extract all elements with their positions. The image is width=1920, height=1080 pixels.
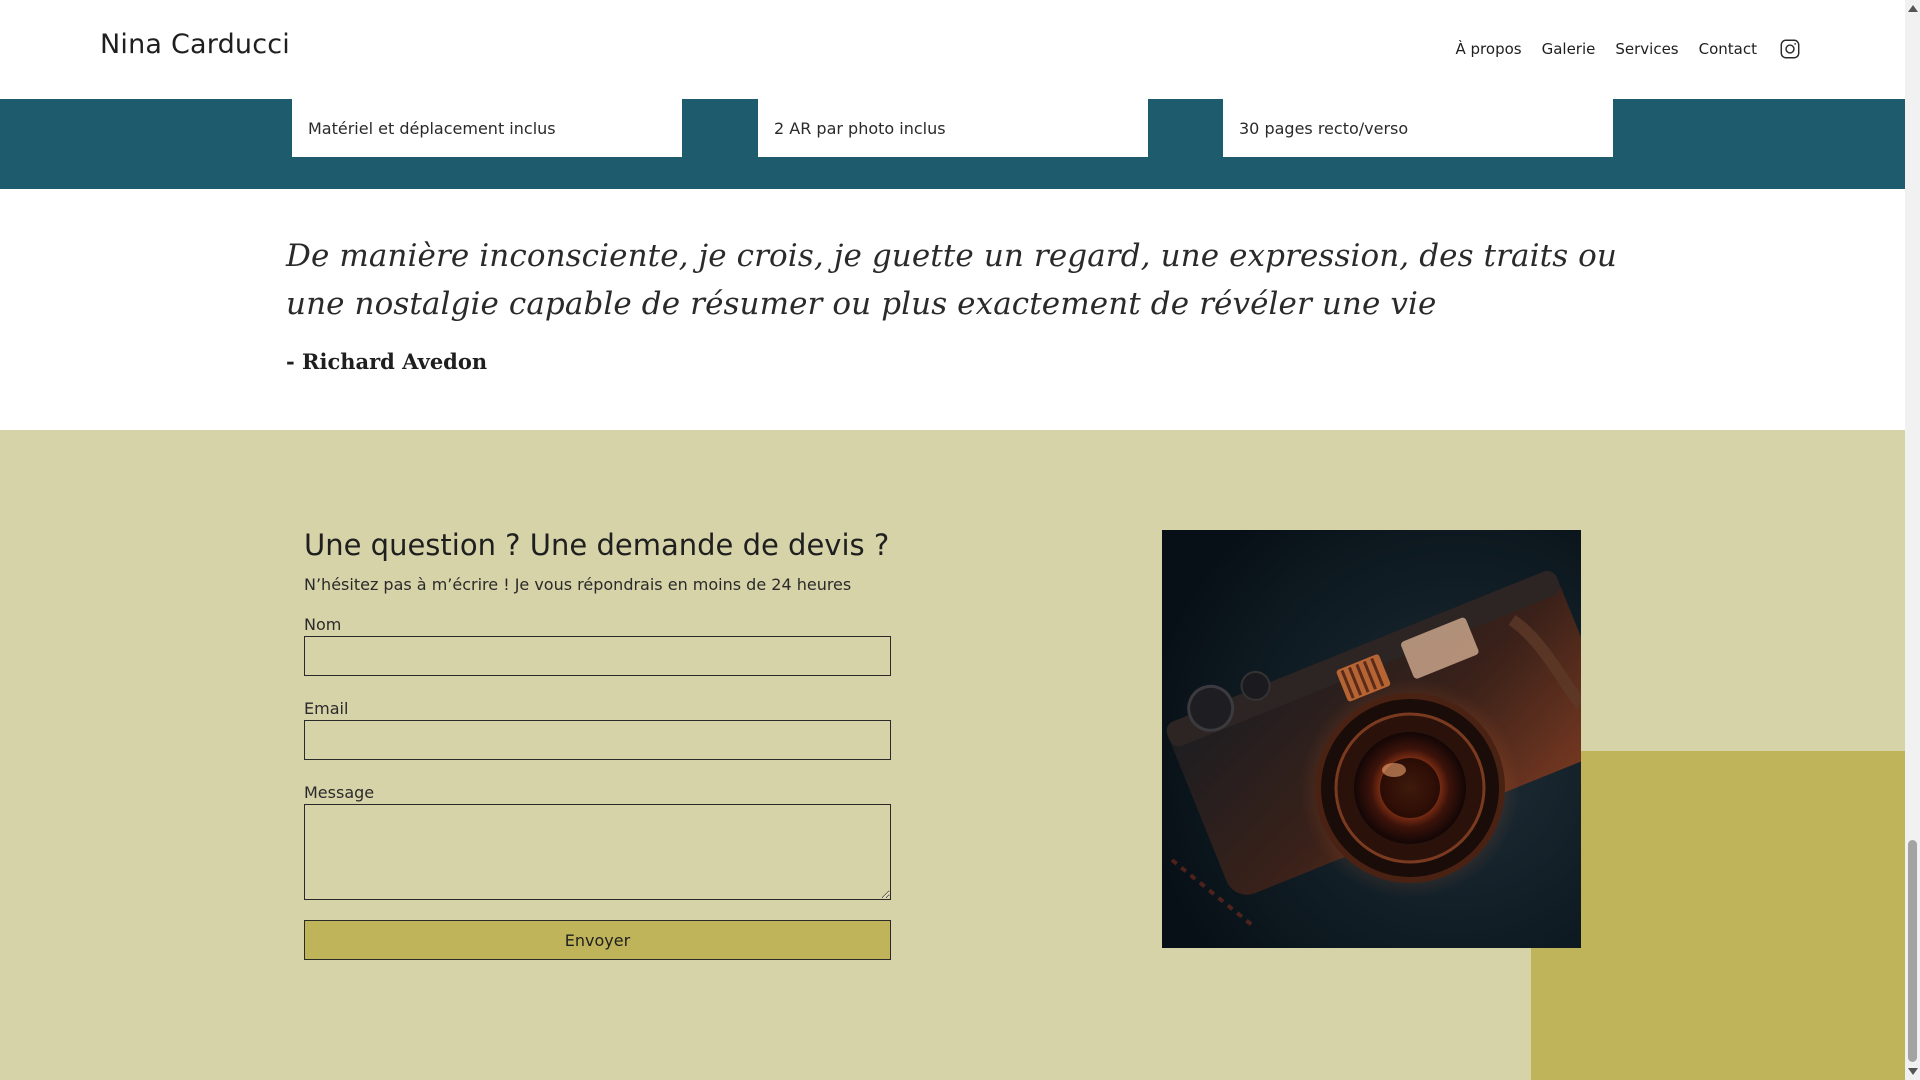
site-header: Nina Carducci À propos Galerie Services …	[0, 0, 1905, 99]
feature-card-retouch: 2 AR par photo inclus	[758, 99, 1148, 157]
feature-card-pages: 30 pages recto/verso	[1223, 99, 1613, 157]
contact-title: Une question ? Une demande de devis ?	[304, 528, 890, 562]
send-button[interactable]: Envoyer	[304, 920, 891, 960]
name-label: Nom	[304, 615, 342, 634]
page-scrollbar[interactable]	[1905, 0, 1920, 1080]
brand-title[interactable]: Nina Carducci	[100, 29, 290, 60]
scroll-down-arrow-icon[interactable]	[1908, 1068, 1918, 1075]
email-input[interactable]	[304, 720, 891, 760]
quote-author: - Richard Avedon	[286, 349, 488, 374]
nav-link-about[interactable]: À propos	[1456, 40, 1522, 58]
message-label: Message	[304, 783, 375, 802]
message-textarea[interactable]	[304, 804, 891, 900]
main-nav: À propos Galerie Services Contact	[1456, 38, 1802, 60]
quote-text: De manière inconsciente, je crois, je gu…	[286, 238, 1617, 322]
decorative-olive-block	[1531, 751, 1905, 1080]
scroll-up-arrow-icon[interactable]	[1908, 5, 1918, 12]
feature-card-equipment: Matériel et déplacement inclus	[292, 99, 682, 157]
camera-photo	[1162, 530, 1581, 948]
contact-subtitle: N’hésitez pas à m’écrire ! Je vous répon…	[304, 575, 852, 594]
nav-link-contact[interactable]: Contact	[1699, 40, 1757, 58]
nav-link-gallery[interactable]: Galerie	[1542, 40, 1596, 58]
nav-link-services[interactable]: Services	[1615, 40, 1678, 58]
instagram-icon[interactable]	[1779, 38, 1801, 60]
email-label: Email	[304, 699, 349, 718]
scrollbar-thumb[interactable]	[1908, 840, 1917, 1062]
page: Nina Carducci À propos Galerie Services …	[0, 0, 1920, 1080]
name-input[interactable]	[304, 636, 891, 676]
